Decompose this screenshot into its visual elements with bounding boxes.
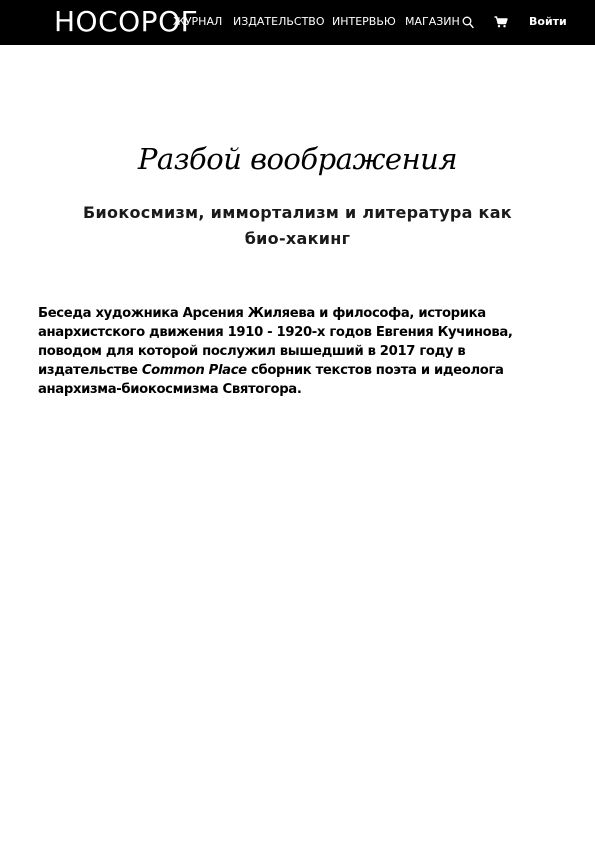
nav-item-journal[interactable]: ЖУРНАЛ — [173, 15, 222, 29]
article-subtitle: Биокосмизм, иммортализм и литература как… — [83, 203, 512, 248]
article-title: Разбой воображения — [137, 142, 458, 176]
publisher-name: Common Place — [141, 363, 247, 378]
nav-item-shop[interactable]: МАГАЗИН — [405, 15, 460, 29]
top-navigation-bar: НОСОРОГ ЖУРНАЛ ИЗДАТЕЛЬСТВО ИНТЕРВЬЮ МАГ… — [0, 0, 595, 45]
article-lead: Беседа художника Арсения Жиляева и филос… — [38, 304, 558, 399]
search-icon[interactable] — [462, 15, 474, 29]
cart-icon[interactable] — [494, 16, 508, 28]
login-link[interactable]: Войти — [529, 15, 567, 29]
nav-item-publishing[interactable]: ИЗДАТЕЛЬСТВО — [233, 15, 325, 29]
nav-item-interview[interactable]: ИНТЕРВЬЮ — [332, 15, 396, 29]
